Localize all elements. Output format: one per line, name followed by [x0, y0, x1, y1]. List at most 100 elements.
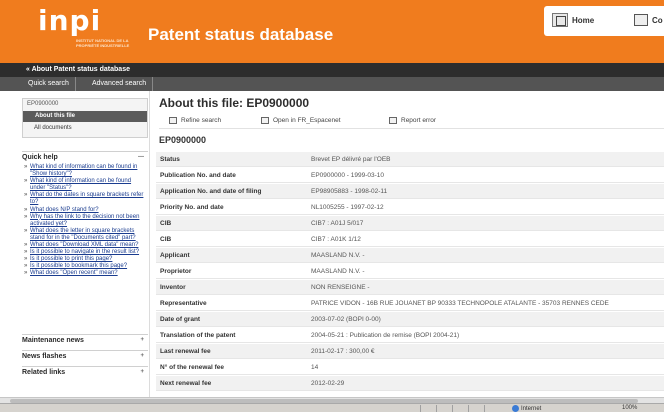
site-header: inpi INSTITUT NATIONAL DE LA PROPRIÉTÉ I… [0, 0, 664, 63]
espacenet-icon [261, 117, 269, 124]
row-label: Proprietor [160, 268, 192, 275]
table-row: Application No. and date of filing EP9890… [156, 184, 664, 199]
open-espacenet-button[interactable]: Open in FR_Espacenet [261, 117, 341, 124]
sidebar-item-about-file[interactable]: About this file [23, 111, 147, 122]
quick-help-link[interactable]: What does "Download XML data" mean? [24, 242, 148, 249]
row-label: Inventor [160, 284, 186, 291]
row-value: MAASLAND N.V. - [311, 268, 365, 275]
security-zone-label: Internet [521, 405, 542, 412]
table-row: Inventor NON RENSEIGNE - [156, 280, 664, 295]
browser-page: { "header": { "logo_text": "inpi", "logo… [0, 0, 664, 412]
status-segment [436, 405, 446, 412]
expand-icon[interactable]: + [140, 337, 144, 343]
sidebar-doc-id: EP0900000 [27, 101, 59, 107]
row-label: CIB [160, 236, 172, 243]
news-flashes-label: News flashes [22, 353, 67, 360]
tab-advanced-search[interactable]: Advanced search [86, 77, 154, 91]
table-row: Representative PATRICE VIDON - 16B RUE JO… [156, 296, 664, 311]
logo-wordmark: inpi [38, 4, 102, 37]
related-links-header[interactable]: Related links + [22, 366, 148, 377]
row-value: 14 [311, 364, 319, 371]
table-row: CIB CIB7 : A01J 5/017 [156, 216, 664, 231]
row-label: Translation of the patent [160, 332, 236, 339]
zoom-level[interactable]: 100% [622, 405, 637, 411]
row-value: NL1005255 - 1997-02-12 [311, 204, 384, 211]
quick-help-list: What kind of information can be found in… [24, 164, 148, 278]
collapse-icon[interactable]: — [138, 154, 144, 160]
main-content: About this file: EP0900000 Refine search… [151, 91, 664, 402]
quick-help-link[interactable]: What kind of information can be found in… [24, 164, 148, 178]
table-row: Publication No. and date EP0900000 - 1999… [156, 168, 664, 183]
expand-icon[interactable]: + [140, 353, 144, 359]
quick-help-link[interactable]: Is it possible to print this page? [24, 256, 148, 263]
news-flashes-header[interactable]: News flashes + [22, 350, 148, 361]
status-segment [452, 405, 462, 412]
related-links-label: Related links [22, 369, 66, 376]
refine-search-icon [169, 117, 177, 124]
row-value: CIB7 : A01J 5/017 [311, 220, 364, 227]
row-value: NON RENSEIGNE - [311, 284, 370, 291]
report-error-icon [389, 117, 397, 124]
refine-search-label: Refine search [181, 117, 222, 124]
row-label: Representative [160, 300, 207, 307]
home-label: Home [572, 15, 595, 25]
tab-bar: Quick search Advanced search [0, 77, 664, 91]
report-error-button[interactable]: Report error [389, 117, 436, 124]
quick-help-link[interactable]: What do the dates in square brackets ref… [24, 192, 148, 206]
status-segment [420, 405, 430, 412]
row-value: 2012-02-29 [311, 380, 345, 387]
table-row: Proprietor MAASLAND N.V. - [156, 264, 664, 279]
row-value: 2004-05-21 : Publication de remise (BOPI… [311, 332, 460, 339]
quick-help-link[interactable]: What does the letter in square brackets … [24, 228, 148, 242]
quick-help-link[interactable]: Is it possible to bookmark this page? [24, 263, 148, 270]
maintenance-news-header[interactable]: Maintenance news + [22, 334, 148, 345]
row-value: Brevet EP délivré par l'OEB [311, 156, 391, 163]
home-button[interactable]: Home [552, 11, 594, 29]
table-row: Next renewal fee 2012-02-29 [156, 376, 664, 391]
action-bar: Refine search Open in FR_Espacenet Repor… [159, 115, 664, 129]
table-row: N° of the renewal fee 14 [156, 360, 664, 375]
quick-help-link[interactable]: What kind of information can be found un… [24, 178, 148, 192]
row-value: MAASLAND N.V. - [311, 252, 365, 259]
quick-help-label: Quick help [22, 154, 58, 161]
row-value: PATRICE VIDON - 16B RUE JOUANET BP 90333… [311, 300, 609, 307]
table-row: Last renewal fee 2011-02-17 : 300,00 € [156, 344, 664, 359]
expand-icon[interactable]: + [140, 369, 144, 375]
quick-help-header[interactable]: Quick help — [22, 151, 148, 162]
contact-button[interactable]: Co [634, 11, 663, 29]
status-segment [484, 405, 494, 412]
sidebar-item-all-documents[interactable]: All documents [34, 125, 72, 131]
row-label: Last renewal fee [160, 348, 211, 355]
status-segment [468, 405, 478, 412]
row-label: Priority No. and date [160, 204, 224, 211]
refine-search-button[interactable]: Refine search [169, 117, 221, 124]
document-number: EP0900000 [159, 135, 207, 145]
row-label: Publication No. and date [160, 172, 236, 179]
row-label: Status [160, 156, 180, 163]
row-value: EP98905883 - 1998-02-11 [311, 188, 388, 195]
row-value: 2011-02-17 : 300,00 € [311, 348, 375, 355]
open-espacenet-label: Open in FR_Espacenet [273, 117, 341, 124]
subnav-bar: « About Patent status database [0, 63, 664, 77]
table-row: Translation of the patent 2004-05-21 : Pu… [156, 328, 664, 343]
security-zone: Internet [512, 405, 541, 412]
quick-help-link[interactable]: What does N/P stand for? [24, 207, 148, 214]
tab-quick-search[interactable]: Quick search [22, 77, 76, 91]
quick-help-link[interactable]: Why has the link to the decision not bee… [24, 214, 148, 228]
quick-help-link[interactable]: Is it possible to navigate in the result… [24, 249, 148, 256]
inpi-logo[interactable]: inpi INSTITUT NATIONAL DE LA PROPRIÉTÉ I… [28, 4, 130, 60]
mail-icon [634, 14, 648, 26]
table-row: Date of grant 2003-07-02 (BOPI 0-00) [156, 312, 664, 327]
about-database-link[interactable]: « About Patent status database [26, 66, 130, 73]
table-row: Applicant MAASLAND N.V. - [156, 248, 664, 263]
maintenance-news-label: Maintenance news [22, 337, 84, 344]
browser-status-bar: Internet 100% [0, 403, 664, 412]
contact-label: Co [652, 15, 663, 25]
table-row: CIB CIB7 : A01K 1/12 [156, 232, 664, 247]
page-title: About this file: EP0900000 [159, 96, 310, 110]
quick-help-link[interactable]: What does "Open recent" mean? [24, 270, 148, 277]
sidebar: EP0900000 About this file All documents … [0, 91, 150, 402]
globe-icon [512, 405, 519, 412]
home-icon [552, 13, 568, 27]
row-value: 2003-07-02 (BOPI 0-00) [311, 316, 381, 323]
